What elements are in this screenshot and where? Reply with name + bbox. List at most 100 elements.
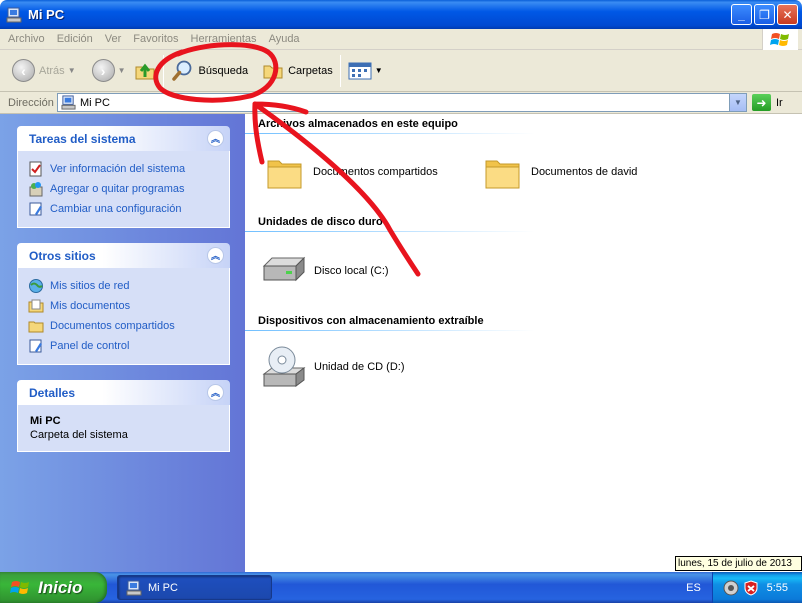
address-input[interactable]: Mi PC ▼	[57, 93, 747, 112]
back-arrow-icon: ‹	[12, 59, 35, 82]
address-bar: Dirección Mi PC ▼ ➜ Ir	[0, 92, 802, 114]
item-shared-documents[interactable]: Documentos compartidos	[265, 152, 438, 192]
system-tasks-box: Tareas del sistema ︽ Ver información del…	[17, 126, 230, 228]
date-tooltip: lunes, 15 de julio de 2013	[675, 556, 802, 571]
system-tray: 5:55	[712, 572, 802, 603]
back-button[interactable]: ‹ Atrás ▼	[8, 53, 80, 89]
item-david-documents[interactable]: Documentos de david	[483, 152, 637, 192]
place-my-documents[interactable]: Mis documentos	[28, 296, 229, 316]
group-header-removable: Dispositivos con almacenamiento extraíbl…	[258, 315, 484, 327]
language-indicator[interactable]: ES	[676, 572, 711, 603]
group-header-files: Archivos almacenados en este equipo	[258, 118, 458, 130]
task-pane: Tareas del sistema ︽ Ver información del…	[0, 114, 245, 572]
forward-button[interactable]: › ▼	[88, 53, 130, 89]
place-shared-documents[interactable]: Documentos compartidos	[28, 316, 229, 336]
toolbar: ‹ Atrás ▼ › ▼ Búsqueda Carpetas ▼	[0, 50, 802, 92]
toolbar-separator	[339, 54, 341, 87]
forward-dropdown-icon[interactable]: ▼	[118, 66, 126, 75]
windows-logo-icon	[762, 29, 798, 50]
details-title: Detalles	[29, 385, 76, 400]
group-divider	[245, 330, 535, 331]
system-info-icon	[29, 161, 42, 177]
menu-herramientas[interactable]: Herramientas	[185, 33, 263, 45]
collapse-chevron-icon[interactable]: ︽	[207, 130, 224, 147]
back-dropdown-icon[interactable]: ▼	[68, 66, 76, 75]
task-label: Cambiar una configuración	[50, 203, 182, 215]
search-icon	[171, 60, 191, 81]
views-button[interactable]: ▼	[344, 53, 387, 89]
place-control-panel[interactable]: Panel de control	[28, 336, 229, 356]
address-label: Dirección	[8, 96, 54, 109]
start-label: Inicio	[38, 577, 83, 597]
taskbar-window-label: Mi PC	[148, 581, 178, 594]
title-bar[interactable]: Mi PC _ ❐ ✕	[0, 0, 802, 29]
task-add-remove-programs[interactable]: Agregar o quitar programas	[28, 179, 229, 199]
start-button[interactable]: Inicio	[0, 572, 107, 603]
address-dropdown-icon[interactable]: ▼	[729, 94, 746, 111]
my-documents-icon	[28, 299, 44, 313]
security-shield-icon[interactable]	[743, 579, 759, 596]
other-places-box: Otros sitios ︽ Mis sitios de red Mis doc…	[17, 243, 230, 365]
task-view-system-info[interactable]: Ver información del sistema	[28, 159, 229, 179]
windows-logo-icon	[10, 580, 29, 594]
group-divider	[245, 133, 535, 134]
go-button[interactable]: ➜ Ir	[752, 94, 783, 111]
folder-icon	[28, 321, 44, 333]
file-view: Archivos almacenados en este equipo Docu…	[245, 114, 802, 572]
folder-icon	[267, 160, 302, 189]
menu-ayuda[interactable]: Ayuda	[263, 33, 306, 45]
control-panel-icon	[29, 202, 42, 216]
add-remove-programs-icon	[29, 182, 43, 197]
clock[interactable]: 5:55	[767, 582, 788, 594]
other-places-title: Otros sitios	[29, 248, 96, 263]
go-arrow-icon: ➜	[752, 94, 771, 111]
task-label: Agregar o quitar programas	[50, 183, 185, 195]
place-label: Panel de control	[50, 340, 130, 352]
place-label: Mis sitios de red	[50, 280, 130, 292]
address-value: Mi PC	[80, 96, 110, 109]
menu-ver[interactable]: Ver	[99, 33, 128, 45]
system-tasks-header[interactable]: Tareas del sistema ︽	[17, 126, 230, 151]
collapse-chevron-icon[interactable]: ︽	[207, 384, 224, 401]
go-label: Ir	[776, 96, 783, 109]
folders-button[interactable]: Carpetas	[258, 53, 337, 89]
my-computer-icon	[61, 95, 76, 110]
details-header[interactable]: Detalles ︽	[17, 380, 230, 405]
up-button[interactable]	[130, 53, 160, 89]
views-icon	[348, 62, 372, 79]
forward-arrow-icon: ›	[91, 59, 115, 82]
task-change-setting[interactable]: Cambiar una configuración	[28, 199, 229, 219]
folder-icon	[485, 160, 520, 189]
maximize-button[interactable]: ❐	[754, 4, 775, 25]
item-label: Documentos de david	[531, 166, 638, 178]
close-button[interactable]: ✕	[777, 4, 798, 25]
details-box: Detalles ︽ Mi PC Carpeta del sistema	[17, 380, 230, 452]
folder-icon	[263, 65, 283, 78]
menu-archivo[interactable]: Archivo	[0, 33, 51, 45]
menu-favoritos[interactable]: Favoritos	[127, 33, 184, 45]
collapse-chevron-icon[interactable]: ︽	[207, 247, 224, 264]
place-network[interactable]: Mis sitios de red	[28, 276, 229, 296]
task-label: Ver información del sistema	[50, 163, 186, 175]
toolbar-separator	[162, 54, 164, 87]
views-dropdown-icon[interactable]: ▼	[375, 66, 383, 75]
item-local-disk-c[interactable]: Disco local (C:)	[260, 254, 389, 288]
taskbar-window-mi-pc[interactable]: Mi PC	[117, 575, 272, 600]
other-places-header[interactable]: Otros sitios ︽	[17, 243, 230, 268]
cd-drive-icon	[262, 346, 306, 387]
minimize-button[interactable]: _	[731, 4, 752, 25]
details-name: Mi PC	[30, 415, 61, 427]
item-label: Disco local (C:)	[314, 265, 389, 277]
item-cd-drive-d[interactable]: Unidad de CD (D:)	[260, 344, 404, 390]
item-label: Unidad de CD (D:)	[314, 361, 405, 373]
search-button[interactable]: Búsqueda	[167, 53, 253, 89]
speaker-icon[interactable]	[723, 580, 739, 596]
details-description: Carpeta del sistema	[30, 429, 128, 441]
item-label: Documentos compartidos	[313, 166, 438, 178]
my-computer-icon	[6, 7, 22, 22]
control-panel-icon	[29, 339, 42, 353]
menu-edicion[interactable]: Edición	[51, 33, 99, 45]
search-label: Búsqueda	[198, 64, 249, 77]
folder-up-icon	[135, 63, 155, 79]
hard-drive-icon	[262, 256, 306, 282]
